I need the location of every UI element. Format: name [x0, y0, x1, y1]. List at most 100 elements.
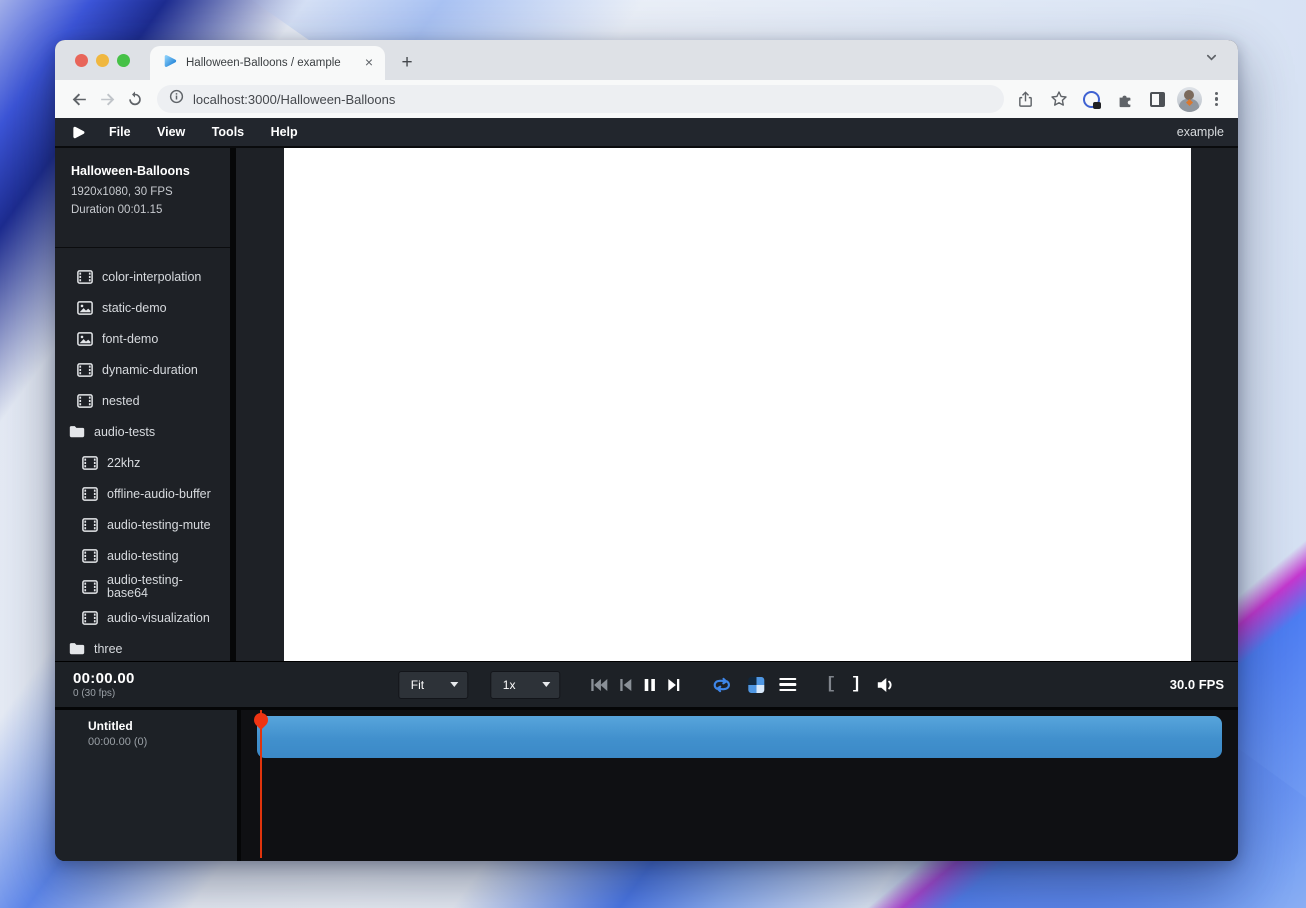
composition-label: color-interpolation: [102, 270, 201, 284]
film-icon: [82, 456, 98, 470]
bookmark-star-icon[interactable]: [1045, 85, 1073, 113]
browser-window: Halloween-Balloons / example × +: [55, 40, 1238, 861]
favicon-remotion-icon: [162, 53, 178, 74]
time-display: 00:00.00 0 (30 fps): [55, 670, 135, 699]
transparency-checkerboard-icon[interactable]: [748, 677, 764, 693]
composition-title: Halloween-Balloons: [71, 164, 216, 178]
site-info-icon[interactable]: [169, 89, 184, 109]
in-marker-bracket-icon[interactable]: [: [826, 677, 836, 693]
browser-tab[interactable]: Halloween-Balloons / example ×: [150, 46, 385, 80]
composition-list-item[interactable]: font-demo: [55, 323, 230, 354]
film-icon: [82, 518, 98, 532]
composition-label: audio-tests: [94, 425, 155, 439]
composition-list-item[interactable]: audio-testing: [55, 540, 230, 571]
image-icon: [77, 301, 93, 315]
timeline-canvas[interactable]: [241, 710, 1238, 861]
reload-icon[interactable]: [121, 85, 149, 113]
extensions-puzzle-icon[interactable]: [1111, 85, 1139, 113]
share-icon[interactable]: [1012, 85, 1040, 113]
menu-item[interactable]: File: [98, 125, 142, 139]
new-tab-button[interactable]: +: [393, 49, 421, 77]
composition-label: audio-testing-base64: [107, 574, 199, 600]
menubar-right-label: example: [1177, 125, 1224, 139]
timeline-track-header: Untitled 00:00.00 (0): [55, 710, 237, 861]
composition-list-item[interactable]: audio-tests: [55, 416, 230, 447]
menu-items: File View Tools Help: [98, 123, 309, 141]
chevron-down-icon: [542, 682, 550, 687]
tab-search-chevron-icon[interactable]: [1205, 51, 1238, 69]
tab-close-icon[interactable]: ×: [361, 55, 377, 71]
playback-speed-dropdown[interactable]: 1x: [490, 671, 560, 699]
playhead-line[interactable]: [260, 710, 262, 858]
browser-toolbar: localhost:3000/Halloween-Balloons: [55, 80, 1238, 118]
composition-list-item[interactable]: three: [55, 633, 230, 661]
composition-list-item[interactable]: dynamic-duration: [55, 354, 230, 385]
image-icon: [77, 332, 93, 346]
chevron-down-icon: [450, 682, 458, 687]
folder-icon: [69, 642, 85, 655]
composition-label: static-demo: [102, 301, 167, 315]
in-out-volume: [ ]: [826, 677, 895, 693]
film-icon: [82, 549, 98, 563]
desktop-wallpaper: Halloween-Balloons / example × +: [0, 0, 1306, 908]
composition-label: 22khz: [107, 456, 140, 470]
preview-panel: [236, 148, 1238, 661]
app-menubar: File View Tools Help example: [55, 118, 1238, 148]
menu-item[interactable]: View: [146, 125, 196, 139]
profile-avatar[interactable]: [1177, 87, 1202, 112]
composition-list-item[interactable]: nested: [55, 385, 230, 416]
composition-list-item[interactable]: color-interpolation: [55, 261, 230, 292]
next-frame-icon[interactable]: [667, 678, 680, 692]
composition-list-item[interactable]: audio-testing-base64: [55, 571, 230, 602]
side-panel-icon[interactable]: [1144, 85, 1172, 113]
composition-list-item[interactable]: static-demo: [55, 292, 230, 323]
composition-label: three: [94, 642, 123, 656]
film-icon: [82, 580, 98, 594]
address-bar[interactable]: localhost:3000/Halloween-Balloons: [157, 85, 1004, 113]
previous-frame-icon[interactable]: [619, 678, 632, 692]
timeline-panel: Untitled 00:00.00 (0): [55, 710, 1238, 861]
composition-label: font-demo: [102, 332, 158, 346]
remotion-logo-icon[interactable]: [71, 125, 86, 140]
volume-icon[interactable]: [876, 677, 895, 693]
pause-icon[interactable]: [643, 678, 656, 692]
browser-menu-icon[interactable]: [1207, 92, 1226, 107]
fps-counter: 30.0 FPS: [1170, 677, 1238, 692]
composition-label: audio-testing: [107, 549, 179, 563]
tab-title: Halloween-Balloons / example: [186, 57, 353, 69]
film-icon: [82, 611, 98, 625]
timeline-track-bar[interactable]: [257, 716, 1222, 758]
canvas-size-dropdown[interactable]: Fit: [398, 671, 468, 699]
privacy-extension-icon[interactable]: [1078, 85, 1106, 113]
window-controls: [55, 54, 150, 67]
film-icon: [82, 487, 98, 501]
forward-icon[interactable]: [93, 85, 121, 113]
close-window-button[interactable]: [75, 54, 88, 67]
composition-list-item[interactable]: offline-audio-buffer: [55, 478, 230, 509]
film-icon: [77, 270, 93, 284]
main-area: Halloween-Balloons 1920x1080, 30 FPS Dur…: [55, 148, 1238, 661]
minimize-window-button[interactable]: [96, 54, 109, 67]
menu-item[interactable]: Help: [260, 125, 309, 139]
track-time: 00:00.00 (0): [88, 736, 237, 748]
folder-icon: [69, 425, 85, 438]
composition-list-item[interactable]: 22khz: [55, 447, 230, 478]
url-text: localhost:3000/Halloween-Balloons: [193, 92, 395, 107]
composition-resolution: 1920x1080, 30 FPS: [71, 183, 216, 201]
film-icon: [77, 363, 93, 377]
out-marker-bracket-icon[interactable]: ]: [851, 677, 861, 693]
menu-item[interactable]: Tools: [201, 125, 255, 139]
view-toggles: [710, 677, 796, 693]
composition-label: audio-testing-mute: [107, 518, 211, 532]
zoom-window-button[interactable]: [117, 54, 130, 67]
composition-list-item[interactable]: audio-visualization: [55, 602, 230, 633]
back-icon[interactable]: [65, 85, 93, 113]
loop-icon[interactable]: [710, 677, 733, 693]
toolbar-right-icons: [1012, 85, 1228, 113]
skip-to-start-icon[interactable]: [590, 678, 608, 692]
composition-list-item[interactable]: audio-testing-mute: [55, 509, 230, 540]
tab-strip: Halloween-Balloons / example × +: [55, 40, 1238, 80]
composition-label: dynamic-duration: [102, 363, 198, 377]
composition-duration: Duration 00:01.15: [71, 201, 216, 219]
sequences-hamburger-icon[interactable]: [779, 678, 796, 692]
